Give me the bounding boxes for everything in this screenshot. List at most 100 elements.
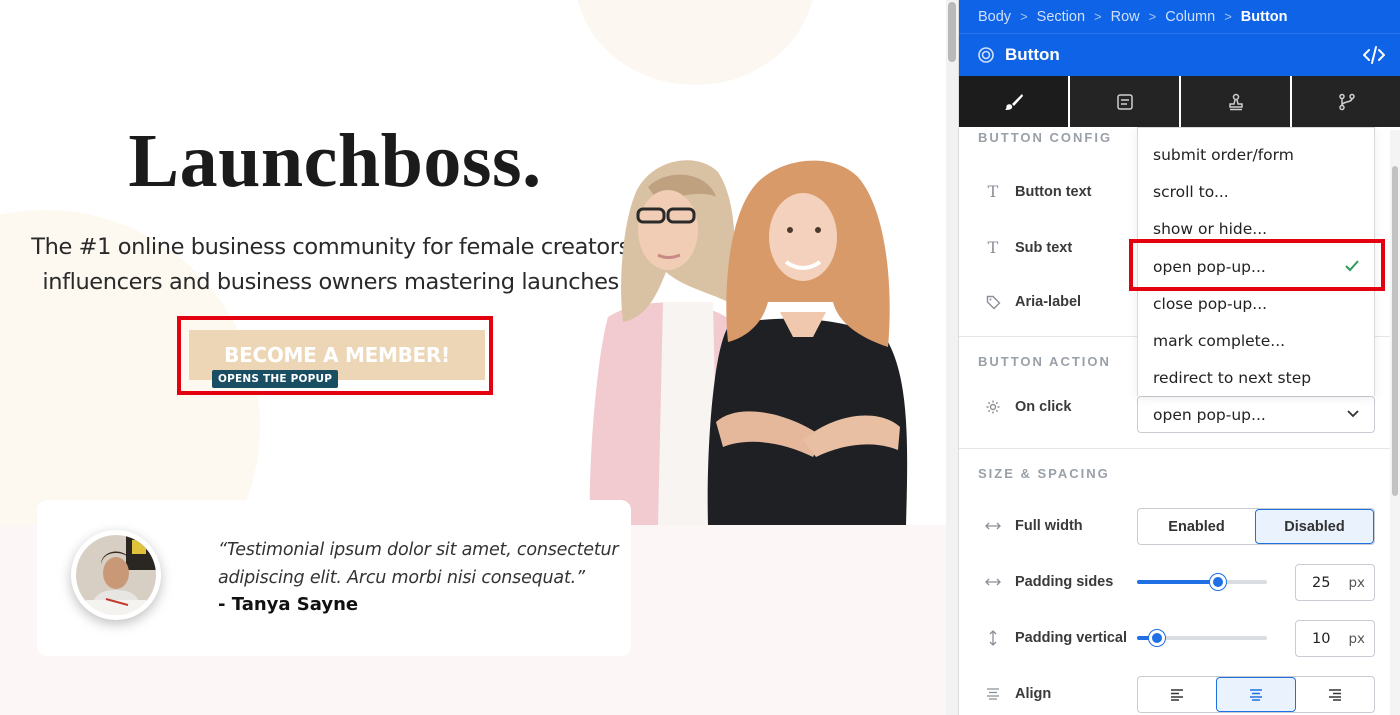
cta-subtext: OPENS THE POPUP: [212, 370, 339, 388]
branch-icon: [1338, 93, 1355, 110]
tab-stamp[interactable]: [1181, 76, 1292, 127]
button-text-label: Button text: [1015, 183, 1092, 200]
breadcrumb-item-section[interactable]: Section: [1037, 9, 1085, 25]
testimonial-author: - Tanya Sayne: [218, 594, 359, 615]
slider-handle[interactable]: [1148, 630, 1165, 646]
align-right-icon: [1329, 688, 1341, 701]
dropdown-option-scroll[interactable]: scroll to...: [1138, 173, 1374, 210]
align-center-button[interactable]: [1216, 677, 1296, 712]
tab-conditions[interactable]: [1292, 76, 1400, 127]
breadcrumb-item-row[interactable]: Row: [1111, 9, 1140, 25]
section-divider: [959, 448, 1391, 449]
testimonial-quote: “Testimonial ipsum dolor sit amet, conse…: [218, 540, 619, 588]
panel-scrollbar[interactable]: [1390, 130, 1400, 715]
section-title-button-action: BUTTON ACTION: [978, 354, 1111, 369]
gear-icon: [983, 399, 1003, 415]
dropdown-option-label: open pop-up...: [1153, 257, 1266, 276]
text-icon: T: [987, 238, 999, 257]
dropdown-option-open-popup[interactable]: open pop-up...: [1138, 248, 1374, 285]
section-title-button-config: BUTTON CONFIG: [978, 130, 1113, 145]
horizontal-arrows-icon: [983, 577, 1003, 587]
vertical-arrows-icon: [983, 630, 1003, 646]
padding-vertical-label: Padding vertical: [1015, 630, 1128, 646]
on-click-label: On click: [1015, 399, 1072, 415]
decorative-circle-top: [575, 0, 815, 85]
dropdown-option-close-popup[interactable]: close pop-up...: [1138, 285, 1374, 322]
on-click-dropdown-menu: submit order/form scroll to... show or h…: [1137, 127, 1375, 396]
aria-label-row[interactable]: Aria-label: [983, 294, 1081, 310]
breadcrumb-item-button[interactable]: Button: [1241, 9, 1288, 25]
slider-fill: [1137, 580, 1218, 584]
hero-title[interactable]: Launchboss.: [0, 118, 670, 205]
dropdown-option-show-hide[interactable]: show or hide...: [1138, 210, 1374, 247]
on-click-selected-value: open pop-up...: [1153, 405, 1266, 424]
cta-highlight-box: BECOME A MEMBER! OPENS THE POPUP: [177, 316, 493, 395]
unit-label: px: [1348, 574, 1365, 591]
align-label: Align: [1015, 686, 1052, 702]
panel-tabs: [959, 76, 1400, 127]
breadcrumb: Body > Section > Row > Column > Button: [959, 0, 1400, 33]
panel-scrollbar-thumb[interactable]: [1392, 166, 1398, 496]
horizontal-arrows-icon: [983, 521, 1003, 531]
sub-text-label: Sub text: [1015, 239, 1073, 256]
aria-label-label: Aria-label: [1015, 294, 1082, 310]
text-icon: T: [987, 182, 999, 201]
full-width-disabled-button[interactable]: Disabled: [1255, 509, 1374, 544]
checkmark-icon: [1345, 260, 1359, 272]
full-width-row: Full width: [983, 518, 1083, 534]
breadcrumb-item-column[interactable]: Column: [1165, 9, 1215, 25]
padding-vertical-slider[interactable]: [1137, 630, 1267, 646]
tab-content[interactable]: [1070, 76, 1181, 127]
avatar: [71, 530, 161, 620]
dropdown-option-submit[interactable]: submit order/form: [1138, 136, 1374, 173]
slider-handle[interactable]: [1209, 574, 1226, 590]
padding-vertical-value: 10: [1312, 630, 1331, 647]
align-button-group: [1137, 676, 1375, 713]
tag-icon: [983, 295, 1003, 310]
hero-photo[interactable]: [588, 152, 918, 525]
chevron-right-icon: >: [1148, 9, 1157, 24]
align-center-icon: [1250, 688, 1262, 701]
target-icon: [978, 47, 994, 63]
testimonial-card[interactable]: “Testimonial ipsum dolor sit amet, conse…: [37, 500, 631, 656]
sub-text-row[interactable]: T Sub text: [983, 238, 1073, 257]
full-width-toggle: Enabled Disabled: [1137, 508, 1375, 545]
avatar-photo: [76, 535, 156, 615]
padding-sides-input[interactable]: 25 px: [1295, 564, 1375, 601]
canvas-scrollbar[interactable]: [946, 0, 958, 715]
panel-header: Button: [959, 33, 1400, 76]
dropdown-option-redirect[interactable]: redirect to next step: [1138, 359, 1374, 396]
breadcrumb-item-body[interactable]: Body: [978, 9, 1011, 25]
align-left-icon: [1171, 688, 1183, 701]
on-click-select[interactable]: open pop-up...: [1137, 396, 1375, 433]
panel-title: Button: [1005, 45, 1060, 64]
full-width-enabled-button[interactable]: Enabled: [1138, 509, 1255, 544]
chevron-right-icon: >: [1224, 9, 1232, 24]
tab-style[interactable]: [959, 76, 1070, 127]
brush-icon: [1004, 93, 1023, 110]
align-row: Align: [983, 686, 1051, 702]
unit-label: px: [1348, 630, 1365, 647]
code-icon[interactable]: [1363, 45, 1385, 65]
chevron-right-icon: >: [1094, 9, 1102, 24]
canvas-scrollbar-thumb[interactable]: [948, 2, 956, 62]
chevron-down-icon: [1347, 410, 1359, 418]
page-canvas[interactable]: Launchboss. The #1 online business commu…: [0, 0, 946, 715]
padding-sides-slider[interactable]: [1137, 574, 1267, 590]
on-click-row: On click: [983, 399, 1071, 415]
full-width-label: Full width: [1015, 518, 1083, 534]
padding-sides-row: Padding sides: [983, 574, 1113, 590]
hero-subtitle[interactable]: The #1 online business community for fem…: [24, 230, 644, 300]
form-icon: [1116, 93, 1133, 110]
stamp-icon: [1228, 93, 1243, 110]
app-window: Launchboss. The #1 online business commu…: [0, 0, 1400, 715]
dropdown-option-mark-complete[interactable]: mark complete...: [1138, 322, 1374, 359]
padding-sides-label: Padding sides: [1015, 574, 1114, 590]
align-left-button[interactable]: [1138, 677, 1216, 712]
chevron-right-icon: >: [1020, 9, 1028, 24]
align-center-icon: [983, 688, 1003, 700]
hero-subtitle-line: The #1 online business community for fem…: [31, 234, 637, 260]
padding-vertical-input[interactable]: 10 px: [1295, 620, 1375, 657]
align-right-button[interactable]: [1296, 677, 1374, 712]
button-text-row[interactable]: T Button text: [983, 182, 1092, 201]
